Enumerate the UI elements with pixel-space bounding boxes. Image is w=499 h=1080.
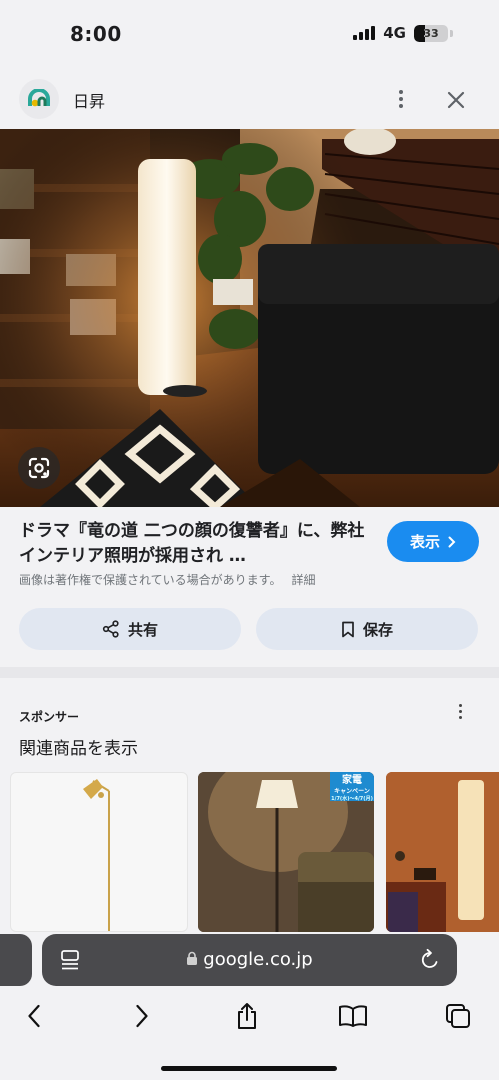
result-info: ドラマ『竜の道 二つの顔の復讐者』に、弊社インテリア照明が採用され … 表示 画…: [0, 507, 499, 667]
product-image: [386, 772, 499, 932]
tabs-icon[interactable]: [440, 1000, 476, 1032]
result-image[interactable]: [0, 129, 499, 507]
badge-sub: キャンペーン: [334, 788, 370, 795]
product-image: [83, 779, 110, 931]
bookmarks-icon[interactable]: [335, 1000, 371, 1032]
section-divider: [0, 667, 499, 678]
result-header: 日昇: [0, 76, 499, 122]
product-card[interactable]: [386, 772, 499, 932]
battery-icon: 33: [414, 24, 448, 42]
result-title[interactable]: ドラマ『竜の道 二つの顔の復讐者』に、弊社インテリア照明が採用され …: [19, 519, 374, 569]
save-button[interactable]: 保存: [256, 608, 478, 650]
reload-icon[interactable]: [419, 948, 441, 972]
battery-level: 33: [423, 26, 439, 40]
browser-toolbar: [0, 986, 499, 1080]
badge-date: 1/7(水)〜4/7(月): [331, 796, 373, 802]
battery-tip: [450, 29, 453, 37]
network-type: 4G: [383, 24, 406, 42]
save-label: 保存: [362, 620, 393, 639]
lock-icon: [187, 951, 198, 965]
status-time: 8:00: [70, 22, 122, 46]
copyright-notice: 画像は著作権で保護されている場合があります。 詳細: [19, 571, 315, 588]
chevron-right-icon: [448, 536, 456, 547]
site-logo-icon[interactable]: [19, 79, 59, 119]
previous-tab-preview[interactable]: [0, 934, 32, 986]
share-button[interactable]: 共有: [19, 608, 241, 650]
detail-link[interactable]: 詳細: [291, 573, 315, 587]
more-vert-icon[interactable]: [388, 84, 414, 114]
google-lens-icon[interactable]: [18, 447, 60, 489]
room-photo: [0, 129, 499, 507]
more-vert-icon[interactable]: [452, 704, 468, 724]
site-name[interactable]: 日昇: [73, 88, 105, 112]
bookmark-icon: [342, 621, 354, 637]
forward-icon[interactable]: [124, 1000, 160, 1032]
share-nodes-icon: [102, 620, 119, 638]
address-bar[interactable]: google.co.jp: [42, 934, 457, 986]
url-text: google.co.jp: [203, 949, 313, 970]
signal-icon: [353, 26, 376, 40]
sponsored-section: スポンサー 関連商品を表示 家電 キャンペーン 1/7(水)〜4/7(月): [0, 678, 499, 938]
copyright-text: 画像は著作権で保護されている場合があります。: [19, 573, 282, 587]
sponsored-label: スポンサー: [19, 710, 80, 724]
badge-main: 家電: [342, 775, 362, 786]
product-card[interactable]: 家電 キャンペーン 1/7(水)〜4/7(月): [198, 772, 374, 932]
show-button-label: 表示: [409, 533, 440, 551]
status-bar: 8:00 4G 33: [0, 0, 499, 68]
product-card[interactable]: [10, 772, 188, 932]
home-indicator: [161, 1066, 337, 1071]
show-button[interactable]: 表示: [387, 521, 479, 562]
campaign-badge: 家電 キャンペーン 1/7(水)〜4/7(月): [330, 772, 374, 802]
share-icon[interactable]: [229, 1000, 265, 1032]
url-display: google.co.jp: [42, 949, 457, 970]
status-indicators: 4G 33: [353, 24, 453, 42]
share-label: 共有: [127, 620, 158, 639]
close-icon[interactable]: [440, 84, 472, 116]
related-products-heading: 関連商品を表示: [19, 739, 138, 759]
back-icon[interactable]: [16, 1000, 52, 1032]
